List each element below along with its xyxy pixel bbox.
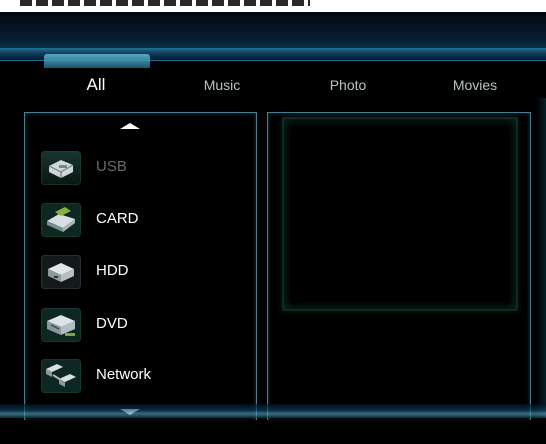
header-tab-indicator [44,54,150,68]
tab-movies-label: Movies [452,77,498,93]
preview-panel [267,112,531,422]
top-artifact [20,0,310,6]
hard-drive-icon [41,255,81,289]
device-label-usb: USB [96,158,127,175]
category-tabs: All Music Photo Movies [0,70,546,100]
device-item-card[interactable]: CARD [41,201,241,241]
tab-music[interactable]: Music [192,70,252,100]
device-list-panel: USB CARD HDD DVD Network [24,112,257,422]
device-item-hdd[interactable]: HDD [41,253,241,293]
device-item-dvd[interactable]: DVD [41,306,241,346]
device-label-dvd: DVD [96,315,128,332]
tab-all[interactable]: All [66,70,126,100]
top-margin [0,0,546,12]
tab-movies[interactable]: Movies [444,70,506,100]
device-item-usb[interactable]: USB [41,149,241,189]
device-label-hdd: HDD [96,262,129,279]
tab-photo[interactable]: Photo [318,70,378,100]
tab-all-label: All [86,75,106,94]
header-glow [0,48,546,54]
device-item-network[interactable]: Network [41,357,241,397]
device-label-card: CARD [96,210,139,227]
scroll-down-arrow[interactable] [120,409,140,415]
scroll-up-arrow[interactable] [120,123,140,129]
preview-thumbnail [282,117,518,311]
network-icon [41,359,81,393]
usb-drive-icon [41,151,81,185]
device-label-network: Network [96,366,152,383]
tab-photo-label: Photo [329,77,367,93]
card-reader-icon [41,203,81,237]
right-edge-glow [536,98,546,418]
media-browser-screen: All Music Photo Movies USB CARD HDD DVD … [0,0,546,444]
footer-area [0,420,546,444]
tab-music-label: Music [203,77,241,93]
dvd-drive-icon [41,308,81,342]
